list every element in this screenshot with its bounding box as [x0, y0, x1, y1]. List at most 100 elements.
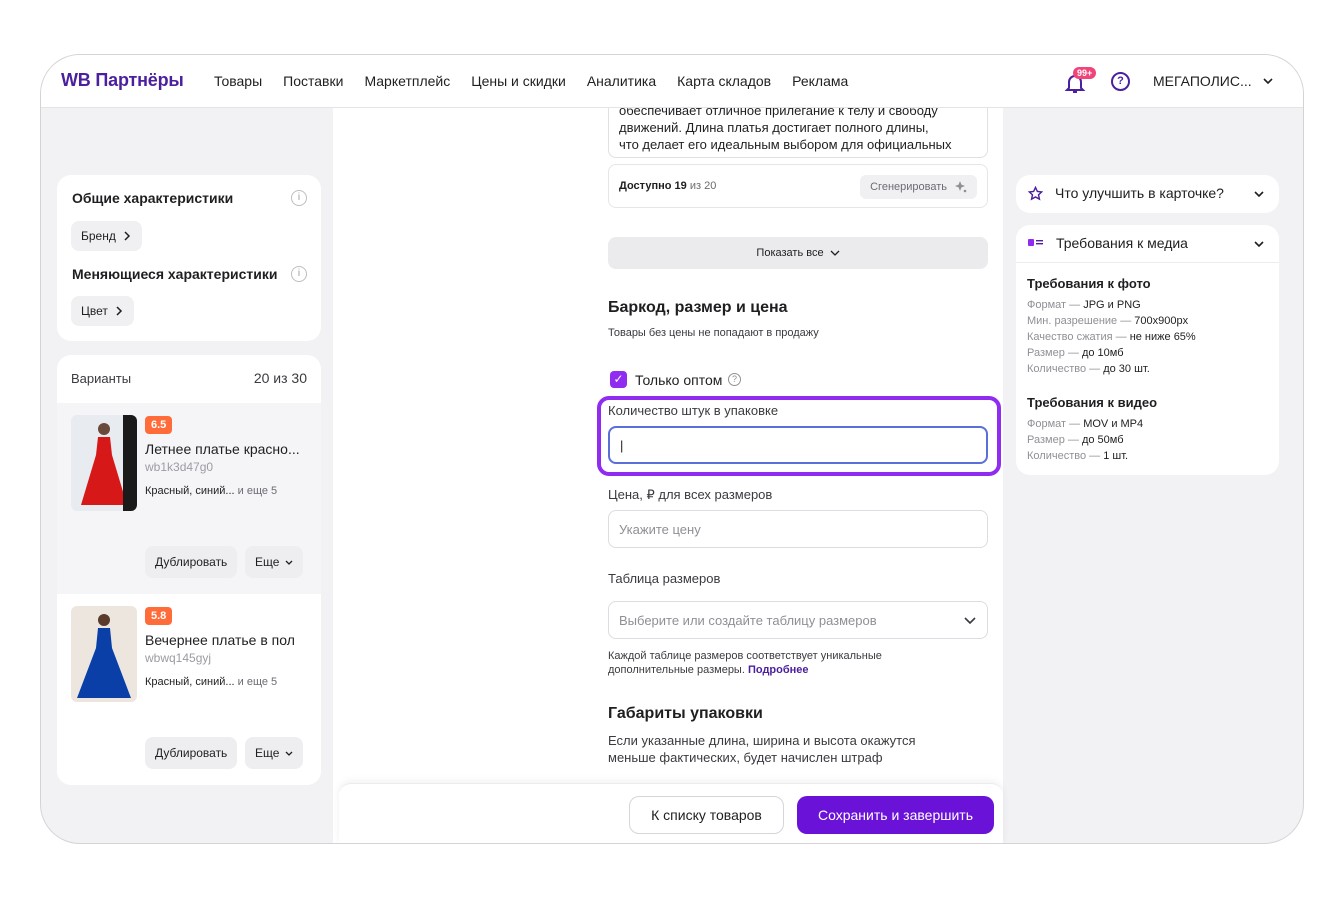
nav-item-advertising[interactable]: Реклама — [792, 73, 848, 89]
media-title: Требования к медиа — [1056, 235, 1188, 251]
barcode-section-title: Баркод, размер и цена — [608, 299, 788, 316]
barcode-section-subtitle: Товары без цены не попадают в продажу — [608, 327, 819, 339]
duplicate-button[interactable]: Дублировать — [145, 737, 238, 769]
brand-chip[interactable]: Бренд — [71, 221, 142, 251]
available-of: из 20 — [689, 180, 717, 192]
account-menu[interactable]: МЕГАПОЛИС... — [1153, 73, 1274, 89]
variant-colors-more[interactable]: и еще 5 — [238, 485, 278, 497]
product-form: обеспечивает отличное прилегание к телу … — [333, 108, 1003, 843]
media-requirements-card: Требования к медиа Требования к фото Фор… — [1016, 225, 1279, 475]
description-line: обеспечивает отличное прилегание к телу … — [619, 108, 938, 118]
req-line: Количество — до 30 шт. — [1027, 363, 1150, 375]
changing-characteristics-title: Меняющиеся характеристики — [72, 266, 278, 282]
dims-desc-line: меньше фактических, будет начислен штраф — [608, 750, 883, 765]
media-card-header[interactable]: Требования к медиа — [1016, 235, 1279, 251]
dimensions-description: Если указанные длина, ширина и высота ок… — [608, 732, 916, 766]
duplicate-button-label: Дублировать — [155, 746, 228, 760]
product-thumbnail — [71, 606, 137, 702]
color-chip-label: Цвет — [81, 304, 108, 318]
variants-title: Варианты — [71, 371, 132, 386]
more-button-label: Еще — [255, 746, 280, 760]
size-table-select[interactable]: Выберите или создайте таблицу размеров — [608, 601, 988, 639]
help-icon[interactable]: ? — [728, 373, 741, 386]
chevron-up-icon[interactable] — [1253, 238, 1265, 250]
photo-requirements-title: Требования к фото — [1027, 276, 1151, 291]
chevron-down-icon — [285, 560, 293, 565]
req-value: до 30 шт. — [1103, 363, 1150, 375]
video-requirements-title: Требования к видео — [1027, 395, 1158, 410]
variant-colors: Красный, синий... и еще 5 — [145, 676, 277, 688]
req-value: до 10мб — [1081, 347, 1124, 359]
chevron-down-icon — [830, 250, 840, 256]
wholesale-label[interactable]: Только оптом — [635, 372, 722, 388]
info-icon[interactable]: i — [291, 190, 307, 206]
nav-item-supplies[interactable]: Поставки — [283, 73, 343, 89]
price-placeholder: Укажите цену — [619, 521, 701, 537]
generate-button[interactable]: Сгенерировать — [860, 175, 977, 199]
req-value: MOV и MP4 — [1083, 418, 1144, 430]
nav-item-warehouse-map[interactable]: Карта складов — [677, 73, 771, 89]
req-line: Размер — до 10мб — [1027, 347, 1124, 359]
nav-item-products[interactable]: Товары — [214, 73, 262, 89]
show-all-button[interactable]: Показать все — [608, 237, 988, 269]
more-button[interactable]: Еще — [245, 546, 304, 578]
req-key: Количество — — [1027, 363, 1101, 375]
improve-card-header[interactable]: Что улучшить в карточке? — [1016, 185, 1279, 201]
show-all-label: Показать все — [756, 247, 824, 259]
form-footer: К списку товаров Сохранить и завершить — [339, 783, 1003, 843]
general-characteristics-title: Общие характеристики — [72, 190, 234, 206]
learn-more-link[interactable]: Подробнее — [748, 664, 809, 676]
req-key: Качество сжатия — — [1027, 331, 1127, 343]
color-chip[interactable]: Цвет — [71, 296, 134, 326]
available-count: 19 — [674, 180, 687, 192]
variants-card: Варианты 20 из 30 6.5 Летнее платье крас… — [57, 355, 321, 785]
price-input[interactable]: Укажите цену — [608, 510, 988, 548]
info-icon[interactable]: i — [291, 266, 307, 282]
description-textarea[interactable]: обеспечивает отличное прилегание к телу … — [608, 108, 988, 158]
main-nav: Товары Поставки Маркетплейс Цены и скидк… — [214, 73, 848, 89]
nav-item-marketplace[interactable]: Маркетплейс — [364, 73, 450, 89]
description-line: что делает его идеальным выбором для офи… — [619, 137, 952, 152]
size-hint-line: Каждой таблице размеров соответствует ун… — [608, 650, 882, 662]
star-icon — [1028, 185, 1043, 200]
sparkle-icon — [955, 181, 967, 193]
focus-highlight — [597, 396, 1001, 476]
size-table-placeholder: Выберите или создайте таблицу размеров — [619, 612, 877, 628]
rating-badge: 6.5 — [145, 416, 173, 434]
size-table-hint: Каждой таблице размеров соответствует ун… — [608, 649, 882, 677]
variant-title: Вечернее платье в пол — [145, 632, 295, 648]
variant-item[interactable]: 5.8 Вечернее платье в пол wbwq145gyj Кра… — [57, 594, 321, 785]
variants-count: 20 из 30 — [253, 370, 307, 386]
notifications-badge: 99+ — [1073, 67, 1097, 79]
help-icon[interactable]: ? — [1111, 72, 1130, 91]
price-label: Цена, ₽ для всех размеров — [608, 487, 773, 502]
nav-item-analytics[interactable]: Аналитика — [587, 73, 656, 89]
req-value: не ниже 65% — [1129, 331, 1196, 343]
chevron-down-icon — [964, 617, 976, 625]
req-key: Формат — — [1027, 418, 1081, 430]
media-icon — [1028, 239, 1043, 246]
duplicate-button-label: Дублировать — [155, 555, 228, 569]
variant-item[interactable]: 6.5 Летнее платье красно... wb1k3d47g0 К… — [57, 403, 321, 594]
divider — [1016, 262, 1279, 263]
ai-generate-bar: Доступно 19 из 20 Сгенерировать — [608, 164, 988, 208]
improve-card[interactable]: Что улучшить в карточке? — [1016, 175, 1279, 213]
req-key: Размер — — [1027, 434, 1079, 446]
available-counter: Доступно 19 из 20 — [619, 180, 716, 192]
variant-code: wb1k3d47g0 — [145, 460, 214, 474]
back-to-products-button[interactable]: К списку товаров — [629, 796, 784, 834]
logo[interactable]: WB Партнёры — [61, 70, 184, 91]
duplicate-button[interactable]: Дублировать — [145, 546, 238, 578]
req-line: Количество — 1 шт. — [1027, 450, 1128, 462]
req-key: Мин. разрешение — — [1027, 315, 1132, 327]
variant-colors-more[interactable]: и еще 5 — [238, 676, 278, 688]
req-value: JPG и PNG — [1083, 299, 1141, 311]
nav-item-prices[interactable]: Цены и скидки — [471, 73, 566, 89]
save-and-finish-button[interactable]: Сохранить и завершить — [797, 796, 994, 834]
wholesale-checkbox[interactable]: ✓ — [610, 371, 627, 388]
more-button[interactable]: Еще — [245, 737, 304, 769]
req-line: Формат — JPG и PNG — [1027, 299, 1141, 311]
req-line: Размер — до 50мб — [1027, 434, 1124, 446]
variant-colors-text: Красный, синий... — [145, 676, 235, 688]
description-line: движений. Длина платья достигает полного… — [619, 120, 929, 135]
